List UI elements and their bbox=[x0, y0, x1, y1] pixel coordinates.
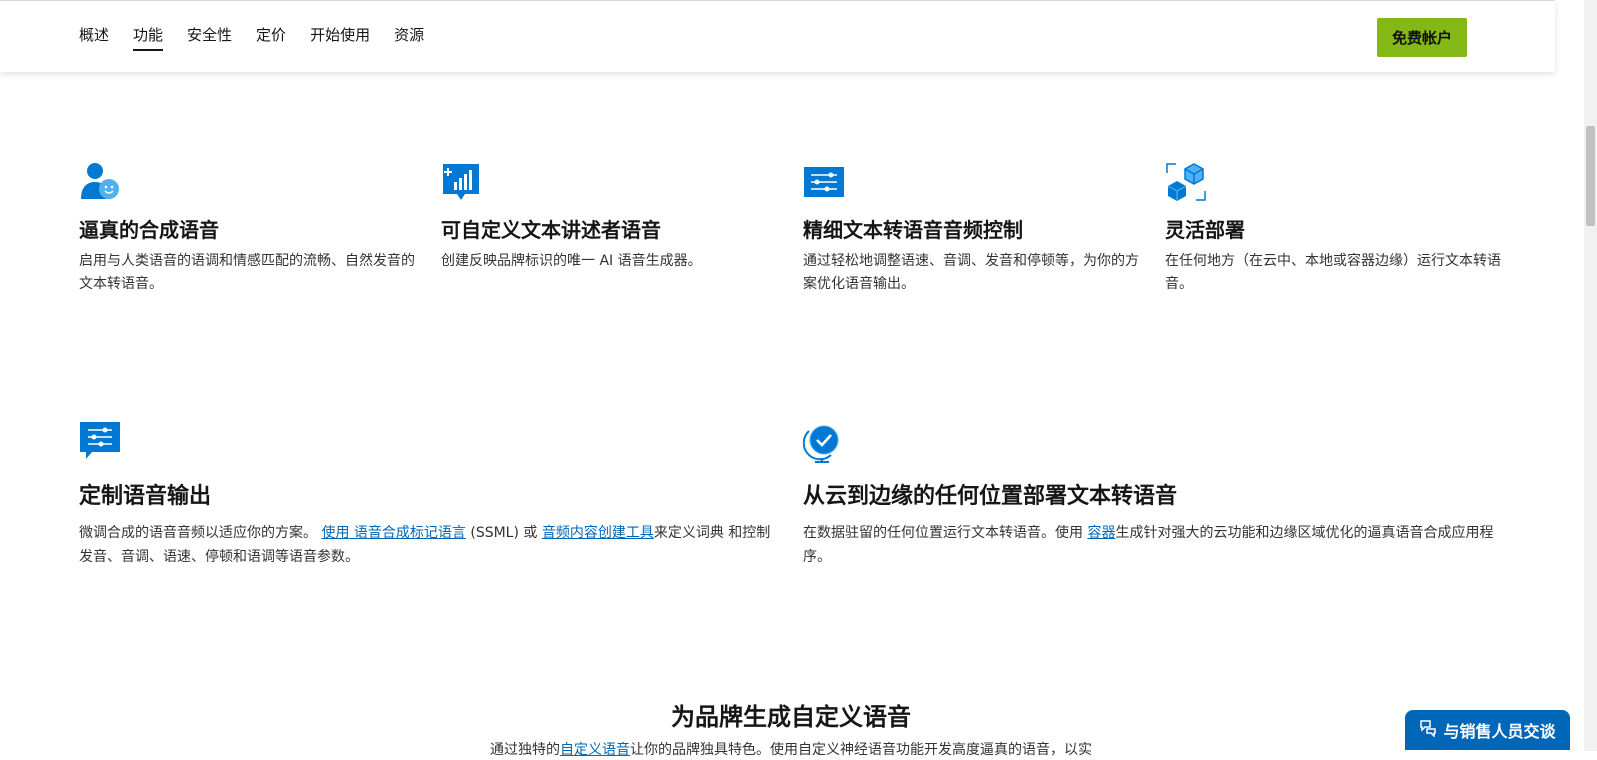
feature-card-realistic-voice: 逼真的合成语音 启用与人类语音的语调和情感匹配的流畅、自然发音的文本转语音。 bbox=[79, 161, 419, 296]
feature-title: 精细文本转语音音频控制 bbox=[803, 218, 1023, 242]
feature-card-custom-narrator: 可自定义文本讲述者语音 创建反映品牌标识的唯一 AI 语音生成器。 bbox=[441, 161, 781, 273]
ssml-link[interactable]: 使用 语音合成标记语言 bbox=[321, 525, 465, 541]
custom-voice-link[interactable]: 自定义语音 bbox=[560, 742, 630, 758]
feature-description: 创建反映品牌标识的唯一 AI 语音生成器。 bbox=[441, 253, 702, 269]
feature-title: 从云到边缘的任何位置部署文本转语音 bbox=[803, 484, 1178, 509]
feature-title: 可自定义文本讲述者语音 bbox=[441, 218, 661, 242]
nav-item-overview[interactable]: 概述 bbox=[79, 25, 109, 51]
feature-card-cloud-to-edge: 从云到边缘的任何位置部署文本转语音 在数据驻留的任何位置运行文本转语音。使用 容… bbox=[802, 421, 1503, 569]
feature-title: 灵活部署 bbox=[1165, 218, 1245, 242]
feature-description: 通过轻松地调整语速、音调、发音和停顿等，为你的方案优化语音输出。 bbox=[803, 253, 1139, 292]
feature-description: 微调合成的语音音频以适应你的方案。 使用 语音合成标记语言 (SSML) 或 音… bbox=[79, 525, 771, 565]
audio-content-creation-link[interactable]: 音频内容创建工具 bbox=[542, 525, 654, 541]
feature-description: 启用与人类语音的语调和情感匹配的流畅、自然发音的文本转语音。 bbox=[79, 253, 415, 292]
top-nav-bar: 概述 功能 安全性 定价 开始使用 资源 免费帐户 bbox=[0, 0, 1555, 72]
chat-bubbles-icon bbox=[1419, 719, 1437, 741]
globe-check-icon bbox=[802, 421, 845, 463]
feature-title: 逼真的合成语音 bbox=[79, 218, 219, 242]
chat-with-sales-button[interactable]: 与销售人员交谈 bbox=[1405, 710, 1570, 750]
scrollbar-thumb[interactable] bbox=[1586, 126, 1595, 226]
person-smile-icon bbox=[79, 161, 121, 203]
section-nav: 概述 功能 安全性 定价 开始使用 资源 bbox=[79, 25, 448, 51]
feature-description: 在数据驻留的任何位置运行文本转语音。使用 容器生成针对强大的云功能和边缘区域优化… bbox=[803, 525, 1494, 565]
page-scrollbar[interactable] bbox=[1584, 0, 1597, 751]
feature-title: 定制语音输出 bbox=[79, 484, 212, 509]
free-account-button[interactable]: 免费帐户 bbox=[1377, 18, 1467, 57]
nav-item-security[interactable]: 安全性 bbox=[187, 25, 232, 51]
feature-card-custom-output: 定制语音输出 微调合成的语音音频以适应你的方案。 使用 语音合成标记语言 (SS… bbox=[79, 421, 779, 569]
nav-item-pricing[interactable]: 定价 bbox=[256, 25, 286, 51]
feature-description: 在任何地方（在云中、本地或容器边缘）运行文本转语音。 bbox=[1165, 253, 1501, 292]
nav-item-features[interactable]: 功能 bbox=[133, 25, 164, 51]
feature-card-flexible-deploy: 灵活部署 在任何地方（在云中、本地或容器边缘）运行文本转语音。 bbox=[1165, 161, 1505, 296]
nav-item-get-started[interactable]: 开始使用 bbox=[310, 25, 370, 51]
feature-card-audio-control: 精细文本转语音音频控制 通过轻松地调整语速、音调、发音和停顿等，为你的方案优化语… bbox=[803, 161, 1143, 296]
sliders-chat-icon bbox=[79, 421, 121, 463]
cubes-icon bbox=[1165, 161, 1207, 203]
chart-bubble-icon bbox=[441, 161, 483, 203]
sliders-icon bbox=[803, 161, 845, 203]
containers-link[interactable]: 容器 bbox=[1087, 525, 1115, 541]
nav-item-resources[interactable]: 资源 bbox=[394, 25, 424, 51]
section-subtitle: 通过独特的自定义语音让你的品牌独具特色。使用自定义神经语音功能开发高度逼真的语音… bbox=[490, 742, 1092, 758]
chat-button-label: 与销售人员交谈 bbox=[1443, 722, 1556, 741]
section-title: 为品牌生成自定义语音 bbox=[671, 703, 911, 731]
